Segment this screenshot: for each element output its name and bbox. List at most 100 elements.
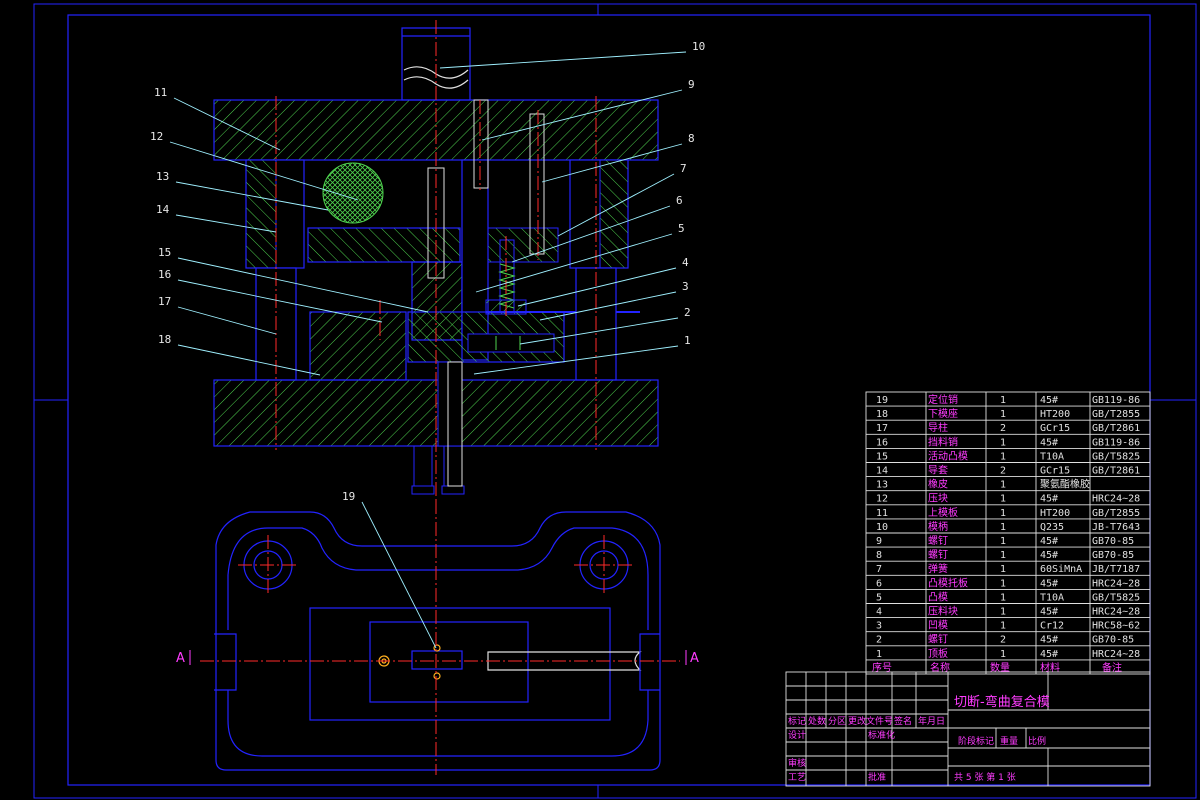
bom-cell-name: 挡料销 <box>928 435 958 448</box>
front-section-view <box>213 20 659 500</box>
bom-cell-qty: 1 <box>1000 480 1006 491</box>
callout-leader-19 <box>361 501 437 649</box>
bom-cell-name: 上模板 <box>928 506 958 519</box>
bom-cell-name: 导柱 <box>928 421 948 434</box>
bom-cell-no: 13 <box>876 480 888 491</box>
section-label-right: A <box>690 651 699 666</box>
bom-cell-name: 压料块 <box>928 605 958 618</box>
bom-cell-qty: 1 <box>1000 621 1006 632</box>
rev-header-2: 分区 <box>828 716 846 727</box>
bom-cell-no: 7 <box>876 564 882 575</box>
bom-cell-material: 45# <box>1040 550 1058 561</box>
bom-cell-name: 模柄 <box>928 520 948 533</box>
callout-label-3: 3 <box>682 280 689 293</box>
rev-header-3: 更改文件号 <box>848 715 893 727</box>
bom-cell-note: HRC24~28 <box>1092 607 1140 618</box>
bom-cell-name: 压块 <box>928 493 948 505</box>
stage-label: 阶段标记 <box>958 735 994 747</box>
bom-cell-note: HRC58~62 <box>1092 621 1140 632</box>
callout-label-15: 15 <box>158 246 171 259</box>
callout-label-14: 14 <box>156 203 170 216</box>
callout-label-9: 9 <box>688 78 695 91</box>
bom-cell-name: 螺钉 <box>928 535 948 547</box>
approve-label: 批准 <box>868 771 886 783</box>
bom-cell-name: 螺钉 <box>928 634 948 646</box>
rev-header-4: 签名 <box>894 715 912 727</box>
bom-cell-note: GB70-85 <box>1092 536 1134 547</box>
bom-cell-qty: 1 <box>1000 607 1006 618</box>
callout-label-10: 10 <box>692 40 705 53</box>
bom-cell-qty: 2 <box>1000 635 1006 646</box>
bom-cell-note: GB/T2861 <box>1092 423 1140 434</box>
standard-label: 标准化 <box>868 729 895 741</box>
audit-label: 审核 <box>788 757 806 769</box>
bom-table: 19 定位销 1 45# GB119-8618 下模座 1 HT200 GB/T285517 导柱… <box>865 391 1151 675</box>
bom-cell-material: 45# <box>1040 578 1058 589</box>
bom-cell-qty: 1 <box>1000 522 1006 533</box>
bom-cell-name: 凸模 <box>928 591 948 603</box>
callout-label-18: 18 <box>158 333 171 346</box>
bom-cell-no: 14 <box>876 466 888 477</box>
bom-cell-note: GB/T2855 <box>1092 409 1140 420</box>
callout-label-1: 1 <box>684 334 691 347</box>
bom-cell-note: GB/T2855 <box>1092 508 1140 519</box>
bom-cell-name: 顶板 <box>928 647 948 660</box>
bom-cell-note: GB/T5825 <box>1092 592 1140 603</box>
bom-cell-material: 45# <box>1040 437 1058 448</box>
bom-cell-material: 45# <box>1040 607 1058 618</box>
bottom-bolts <box>411 445 465 495</box>
bom-cell-qty: 1 <box>1000 395 1006 406</box>
bom-cell-note: HRC24~28 <box>1092 494 1140 505</box>
bom-cell-note: GB119-86 <box>1092 437 1140 448</box>
callout-label-12: 12 <box>150 130 163 143</box>
bom-cell-no: 17 <box>876 423 888 434</box>
bom-cell-qty: 1 <box>1000 550 1006 561</box>
bom-cell-note: GB119-86 <box>1092 395 1140 406</box>
bom-cell-name: 下模座 <box>928 407 958 420</box>
bom-cell-material: HT200 <box>1040 508 1070 519</box>
bom-cell-name: 橡皮 <box>928 478 948 491</box>
bom-cell-qty: 1 <box>1000 451 1006 462</box>
bom-cell-no: 5 <box>876 592 882 603</box>
bom-cell-note: HRC24~28 <box>1092 649 1140 660</box>
bom-cell-material: 45# <box>1040 536 1058 547</box>
bom-cell-note: JB-T7643 <box>1092 522 1140 533</box>
callout-label-16: 16 <box>158 268 171 281</box>
callout-label-2: 2 <box>684 306 691 319</box>
bom-cell-no: 1 <box>876 649 882 660</box>
bom-cell-qty: 1 <box>1000 437 1006 448</box>
bom-cell-material: 45# <box>1040 395 1058 406</box>
bom-cell-no: 6 <box>876 578 882 589</box>
title-block <box>785 671 1151 787</box>
bom-cell-no: 3 <box>876 621 882 632</box>
bom-cell-name: 凸模托板 <box>928 576 968 589</box>
rubber-block <box>322 162 384 224</box>
bom-cell-material: GCr15 <box>1040 466 1070 477</box>
process-label: 工艺 <box>788 772 806 783</box>
bom-cell-qty: 1 <box>1000 508 1006 519</box>
bom-cell-qty: 1 <box>1000 536 1006 547</box>
bom-cell-no: 2 <box>876 635 882 646</box>
bom-cell-no: 12 <box>876 494 888 505</box>
rev-header-1: 处数 <box>808 715 826 727</box>
callout-label-19: 19 <box>342 490 355 503</box>
bom-cell-no: 10 <box>876 522 888 533</box>
bom-cell-note: GB70-85 <box>1092 550 1134 561</box>
bom-cell-no: 18 <box>876 409 888 420</box>
callout-label-6: 6 <box>676 194 683 207</box>
bom-cell-name: 弹簧 <box>928 562 948 575</box>
cad-drawing: A A 10987654321111213141516171819 19 定位销 1… <box>33 3 1197 799</box>
bom-cell-no: 16 <box>876 437 888 448</box>
bom-cell-material: HT200 <box>1040 409 1070 420</box>
scale-label: 比例 <box>1028 735 1046 747</box>
callout-leader-18 <box>177 344 321 376</box>
weight-label: 重量 <box>1000 735 1018 747</box>
bom-cell-note: JB/T7187 <box>1092 564 1140 575</box>
bom-cell-no: 15 <box>876 451 888 462</box>
bom-cell-material: T10A <box>1040 451 1064 462</box>
bom-cell-material: 45# <box>1040 494 1058 505</box>
bom-cell-no: 19 <box>876 395 888 406</box>
bom-cell-material: 45# <box>1040 649 1058 660</box>
bom-cell-note: GB70-85 <box>1092 635 1134 646</box>
callout-label-5: 5 <box>678 222 685 235</box>
